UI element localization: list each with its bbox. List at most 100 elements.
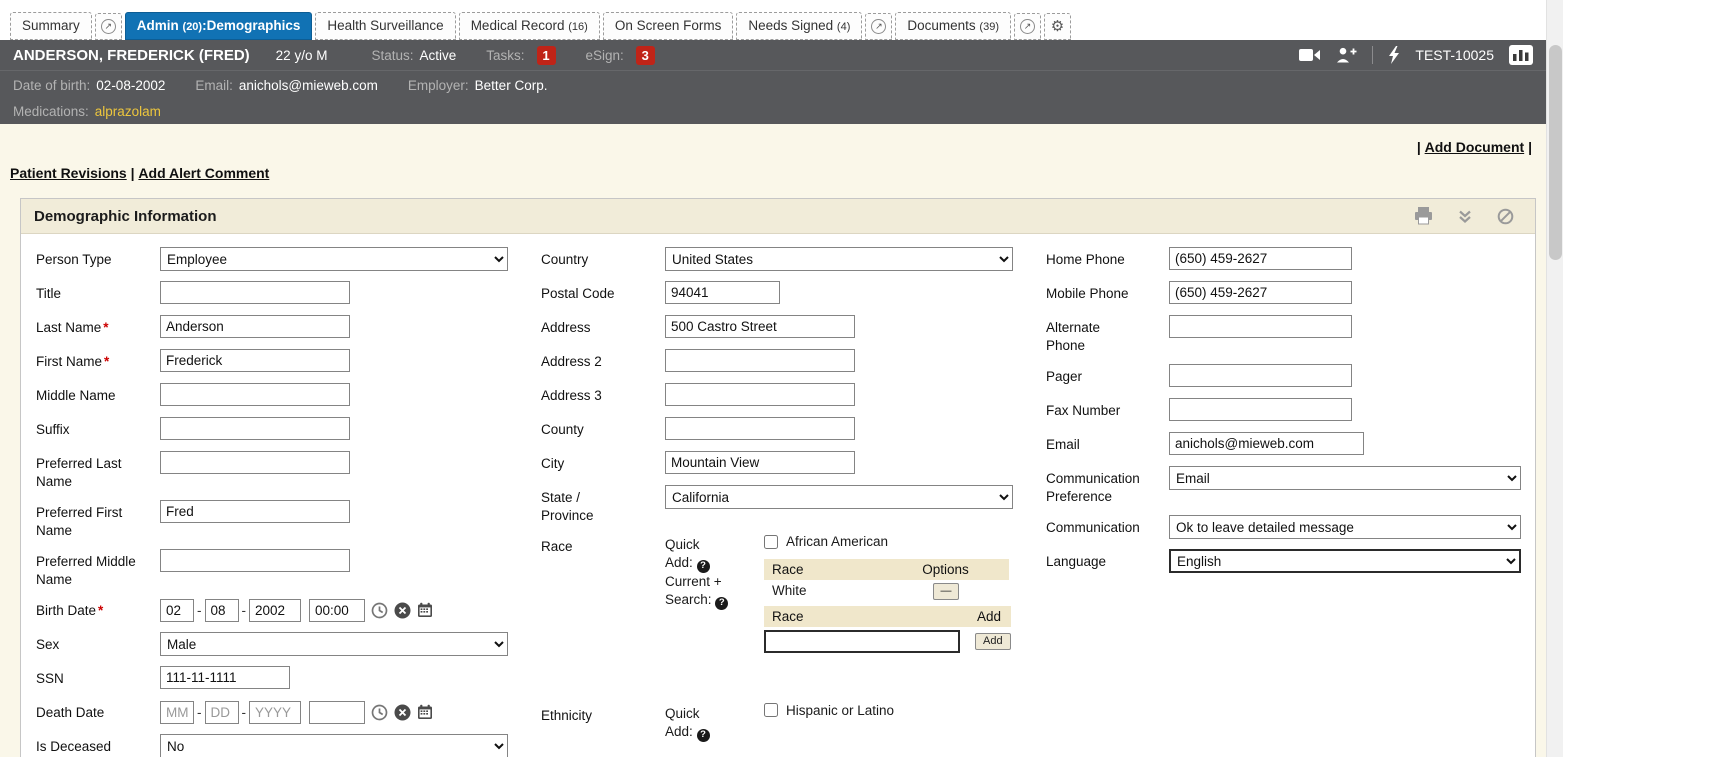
tab-on-screen-forms[interactable]: On Screen Forms [603,12,734,40]
suffix-input[interactable] [160,417,350,440]
email-input[interactable] [1169,432,1364,455]
print-icon[interactable] [1414,207,1433,225]
remove-race-button[interactable]: — [933,583,959,600]
city-input[interactable] [665,451,855,474]
patient-id: TEST-10025 [1415,47,1494,63]
tab-documents-popout-button[interactable]: ↗ [1014,13,1041,40]
calendar-icon[interactable] [417,704,433,720]
communication-select[interactable]: Ok to leave detailed message [1169,515,1521,539]
add-person-icon[interactable] [1336,47,1357,63]
add-document-row: | Add Document | [0,124,1546,155]
birth-year-input[interactable] [249,599,301,622]
scrollbar-thumb[interactable] [1549,45,1562,260]
postal-code-input[interactable] [665,281,780,304]
language-select[interactable]: English [1169,549,1521,573]
date-separator: - [242,705,247,720]
tab-health-surveillance[interactable]: Health Surveillance [315,12,455,40]
death-time-input[interactable] [309,701,365,724]
death-month-input[interactable] [160,701,194,724]
pager-input[interactable] [1169,364,1352,387]
tab-admin-suffix: :Demographics [202,18,300,33]
add-document-link[interactable]: Add Document [1425,139,1525,155]
tab-summary-popout-button[interactable]: ↗ [95,13,122,40]
country-select[interactable]: United States [665,247,1013,271]
tab-documents[interactable]: Documents (39) [895,12,1011,40]
clock-icon[interactable] [371,704,388,721]
preferred-last-name-input[interactable] [160,451,350,474]
clock-icon[interactable] [371,602,388,619]
tab-admin-demographics[interactable]: Admin (20):Demographics [125,12,313,40]
tab-settings-button[interactable]: ⚙ [1044,13,1071,40]
race-add-button[interactable]: Add [975,633,1011,650]
field-ethnicity: Ethnicity Quick Add: ? Hispanic or Latin… [541,703,1046,742]
employer-value: Better Corp. [475,78,548,93]
tab-needs-signed[interactable]: Needs Signed (4) [736,12,862,40]
race-row: White — [764,580,1009,602]
birth-month-input[interactable] [160,599,194,622]
vertical-scrollbar[interactable] [1546,0,1563,757]
patient-revisions-link[interactable]: Patient Revisions [10,165,127,181]
clear-date-icon[interactable] [394,704,411,721]
help-icon[interactable]: ? [715,597,728,610]
tab-summary[interactable]: Summary [10,12,92,40]
add-alert-comment-link[interactable]: Add Alert Comment [138,165,269,181]
tab-needs-signed-popout-button[interactable]: ↗ [865,13,892,40]
alternate-phone-input[interactable] [1169,315,1352,338]
mobile-phone-input[interactable] [1169,281,1352,304]
communication-preference-select[interactable]: Email [1169,466,1521,490]
sex-select[interactable]: Male [160,632,508,656]
options-column-header: Options [882,559,1009,580]
esign-count-badge[interactable]: 3 [636,46,655,65]
city-label: City [541,451,636,475]
collapse-chevron-icon[interactable] [1457,209,1473,224]
tasks-count-badge[interactable]: 1 [537,46,556,65]
ethnicity-hispanic-checkbox[interactable] [764,703,778,717]
address-input[interactable] [665,315,855,338]
death-day-input[interactable] [205,701,239,724]
field-language: Language English [1046,549,1546,573]
is-deceased-select[interactable]: No [160,734,508,757]
video-camera-icon[interactable] [1299,48,1321,62]
panel-title: Demographic Information [34,208,217,225]
ssn-input[interactable] [160,666,290,689]
home-phone-input[interactable] [1169,247,1352,270]
calendar-icon[interactable] [417,602,433,618]
birth-time-input[interactable] [309,599,365,622]
tab-needs-signed-label: Needs Signed [748,18,833,33]
fax-number-input[interactable] [1169,398,1352,421]
race-label: Race [541,534,636,657]
communication-preference-label: Communication Preference [1046,466,1142,505]
address-3-input[interactable] [665,383,855,406]
medications-value[interactable]: alprazolam [95,104,161,119]
race-add-input[interactable] [764,630,960,653]
app-window: Summary ↗ Admin (20):Demographics Health… [0,0,1728,757]
state-province-select[interactable]: California [665,485,1013,509]
help-icon[interactable]: ? [697,560,710,573]
field-fax-number: Fax Number [1046,398,1546,422]
preferred-first-name-input[interactable] [160,500,350,523]
title-input[interactable] [160,281,350,304]
date-separator: - [197,705,202,720]
birth-day-input[interactable] [205,599,239,622]
race-african-american-checkbox[interactable] [764,535,778,549]
last-name-input[interactable] [160,315,350,338]
county-input[interactable] [665,417,855,440]
first-name-input[interactable] [160,349,350,372]
tab-medical-record[interactable]: Medical Record (16) [459,12,600,40]
address-2-input[interactable] [665,349,855,372]
preferred-middle-name-input[interactable] [160,549,350,572]
race-add-table: Race Add Add [764,606,1011,653]
communication-label: Communication [1046,515,1142,539]
help-icon[interactable]: ? [697,729,710,742]
middle-name-input[interactable] [160,383,350,406]
clear-date-icon[interactable] [394,602,411,619]
field-race: Race Quick Add: ? Current + Search: ? Af [541,534,1046,657]
disable-circle-icon[interactable] [1497,208,1514,225]
field-person-type: Person Type Employee [36,247,541,271]
lightning-bolt-icon[interactable] [1388,46,1400,64]
death-year-input[interactable] [249,701,301,724]
field-is-deceased: Is Deceased No [36,734,541,757]
field-first-name: First Name* [36,349,541,373]
bar-chart-icon[interactable] [1509,45,1533,65]
person-type-select[interactable]: Employee [160,247,508,271]
